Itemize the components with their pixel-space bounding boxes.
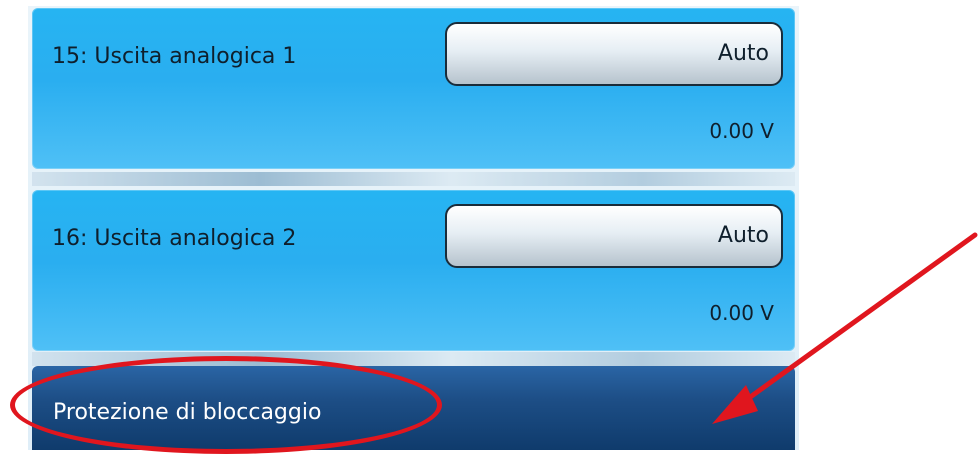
output-value: 0.00 V (709, 119, 774, 143)
output-value: 0.00 V (709, 301, 774, 325)
row-separator (32, 352, 795, 366)
output-mode-button[interactable]: Auto (445, 22, 783, 86)
output-row-analog-2: 16: Uscita analogica 2 Auto 0.00 V (32, 190, 795, 351)
output-label: 15: Uscita analogica 1 (52, 44, 297, 69)
lock-protection-label: Protezione di bloccaggio (53, 400, 322, 425)
output-label: 16: Uscita analogica 2 (52, 226, 297, 251)
row-separator (32, 172, 795, 186)
output-mode-button[interactable]: Auto (445, 204, 783, 268)
lock-protection-button[interactable]: Protezione di bloccaggio (32, 366, 795, 450)
output-row-analog-1: 15: Uscita analogica 1 Auto 0.00 V (32, 8, 795, 169)
